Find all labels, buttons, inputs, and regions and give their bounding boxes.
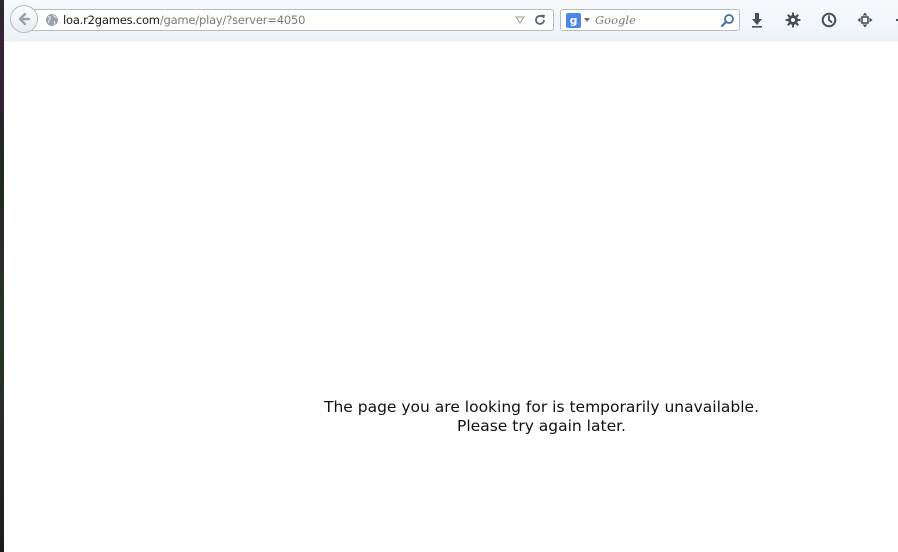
back-arrow-icon — [18, 12, 31, 26]
settings-button[interactable] — [783, 10, 803, 30]
search-bar[interactable]: g — [560, 9, 740, 31]
move-arrows-icon — [857, 12, 873, 28]
engine-dropdown-icon[interactable] — [584, 18, 590, 22]
gear-icon — [785, 12, 801, 28]
error-message-line2: Please try again later. — [457, 417, 626, 435]
move-button[interactable] — [855, 10, 875, 30]
page-content: The page you are looking for is temporar… — [4, 42, 898, 552]
search-input[interactable] — [595, 12, 713, 28]
globe-icon — [46, 14, 58, 26]
history-button[interactable] — [819, 10, 839, 30]
overflow-dash-icon — [896, 19, 898, 21]
url-host: loa.r2games.com — [63, 13, 160, 27]
url-path: /game/play/?server=4050 — [159, 13, 306, 27]
url-bar[interactable]: loa.r2games.com/game/play/?server=4050 — [26, 9, 554, 31]
back-button[interactable] — [10, 5, 38, 33]
navigation-toolbar: loa.r2games.com/game/play/?server=4050 g — [4, 0, 898, 41]
error-message-line1: The page you are looking for is temporar… — [323, 398, 759, 416]
overflow-button[interactable] — [890, 10, 898, 30]
browser-window: loa.r2games.com/game/play/?server=4050 g — [0, 0, 898, 552]
download-arrow-icon — [752, 13, 762, 28]
google-icon[interactable]: g — [566, 13, 581, 28]
magnifier-icon[interactable] — [720, 13, 735, 28]
dropmarker-icon[interactable] — [515, 15, 525, 25]
downloads-button[interactable] — [747, 10, 767, 30]
error-message: The page you are looking for is temporar… — [274, 398, 809, 436]
clock-icon — [821, 12, 837, 28]
reload-icon[interactable] — [533, 13, 547, 27]
url-text[interactable]: loa.r2games.com/game/play/?server=4050 — [63, 13, 305, 27]
